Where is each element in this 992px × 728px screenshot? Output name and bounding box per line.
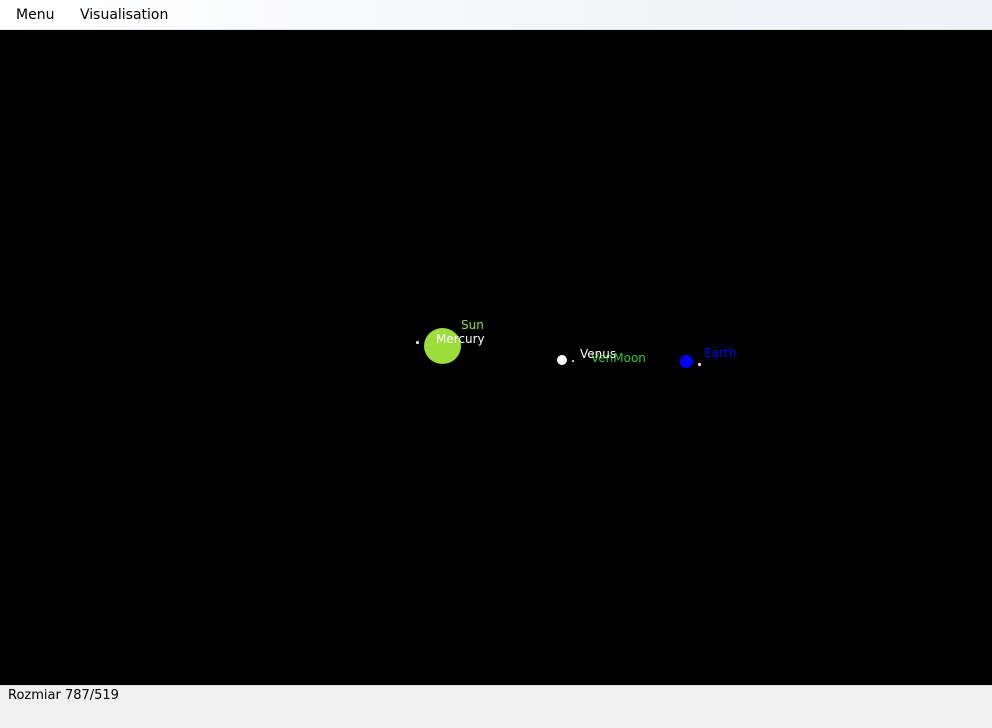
sun-label: Sun [461, 318, 484, 332]
menu-item-visualisation[interactable]: Visualisation [80, 0, 168, 30]
simulation-canvas[interactable]: Sun Mercury VenMoon Venus Earth [0, 30, 992, 685]
mercury-label: Mercury [436, 332, 485, 346]
mercury-body [416, 341, 419, 344]
venus-label: Venus [580, 347, 617, 361]
earth-moon-body [698, 363, 701, 366]
status-size-text: Rozmiar 787/519 [8, 688, 119, 703]
venus-body [557, 355, 567, 365]
menu-bar: Menu Visualisation [0, 0, 992, 30]
venus-moon-body [572, 360, 574, 362]
earth-label: Earth [704, 346, 737, 360]
earth-body [680, 355, 693, 368]
menu-item-menu[interactable]: Menu [16, 0, 54, 30]
status-bar: Rozmiar 787/519 [0, 685, 992, 728]
